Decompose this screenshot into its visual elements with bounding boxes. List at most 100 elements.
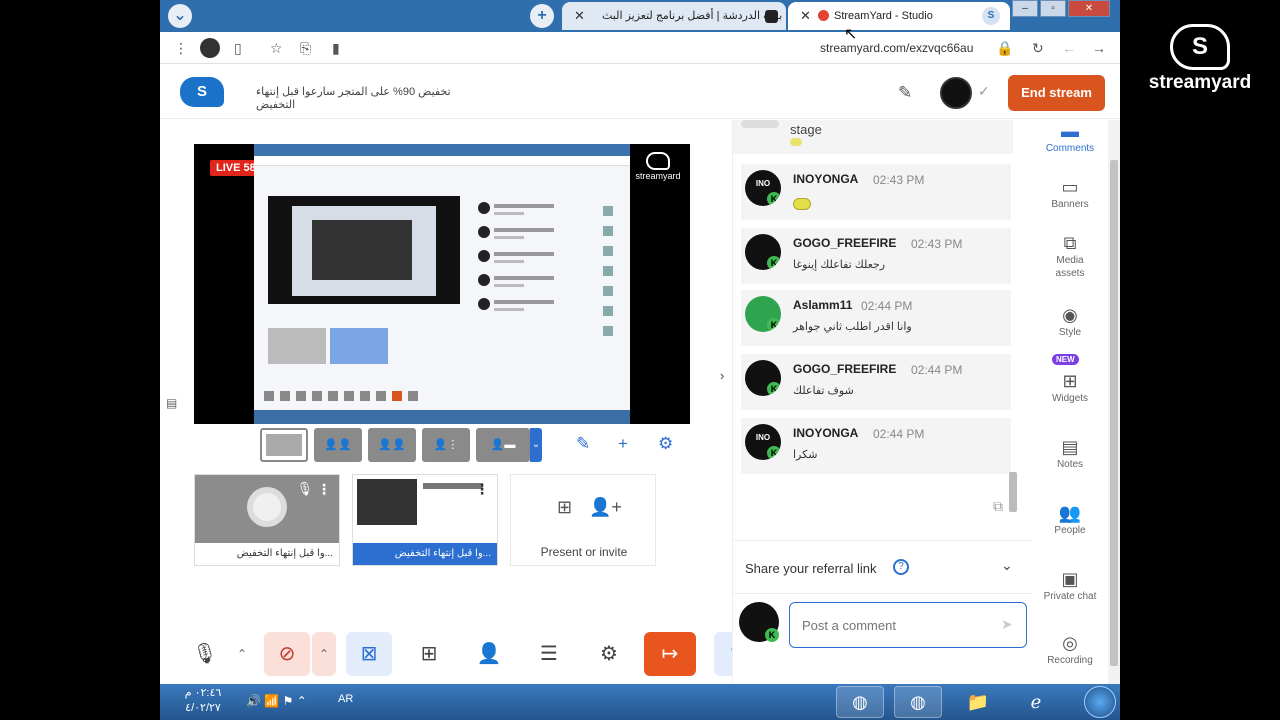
minimize-button[interactable]: – — [1012, 0, 1038, 17]
url-text[interactable]: streamyard.com/exzvqc66au — [820, 41, 973, 55]
reload-icon[interactable]: ↻ — [1032, 40, 1044, 57]
file-explorer-icon[interactable]: 📁 — [954, 686, 1002, 718]
forward-icon[interactable]: → — [1092, 40, 1106, 56]
broadcast-title[interactable]: تخفيض 90% على المتجر سارعوا قبل إنتهاء ا… — [256, 85, 486, 111]
rail-comments[interactable]: ▬ Comments — [1032, 120, 1108, 155]
partial-message: stage — [733, 120, 1013, 154]
taskbar-clock[interactable]: ٠٢:٤٦ م ٤/٠٢/٢٧ — [178, 686, 228, 716]
layout-leader[interactable]: 👤👤 — [368, 428, 416, 462]
layout-screen-grid[interactable]: 👤⋮ — [422, 428, 470, 462]
mic-icon[interactable]: 🎙 — [296, 481, 313, 497]
send-icon[interactable]: ➤ — [1001, 616, 1013, 633]
language-indicator[interactable]: AR — [338, 693, 353, 705]
screen-share-tile[interactable]: ⋮ ...وا قبل إنتهاء التخفيض — [352, 474, 498, 566]
cast-icon[interactable]: ▮ — [332, 40, 340, 57]
start-button-icon[interactable] — [1084, 686, 1116, 718]
chrome-profile-icon[interactable]: ◍ — [894, 686, 942, 718]
camera-off-button[interactable]: ⊘ — [264, 632, 310, 676]
chrome-icon[interactable]: ◍ — [836, 686, 884, 718]
bookmark-star-icon[interactable]: ☆ — [270, 40, 283, 57]
tile-menu-kebab-icon[interactable]: ⋮ — [475, 481, 489, 498]
internet-explorer-icon[interactable]: ℯ — [1012, 686, 1060, 718]
rail-widgets[interactable]: ⊞ Widgets — [1032, 370, 1108, 405]
rail-style[interactable]: ◉ Style — [1032, 304, 1108, 339]
layout-solo[interactable] — [260, 428, 308, 462]
chat-scrollbar[interactable] — [1009, 160, 1017, 512]
page-scrollbar[interactable] — [1108, 120, 1120, 684]
chat-message[interactable]: K Aslamm11 02:44 PM وانا اقدر اطلب ثاني … — [741, 290, 1011, 346]
close-tab-icon[interactable]: ✕ — [800, 2, 811, 30]
present-or-invite-tile[interactable]: ⊞ 👤+ Present or invite — [510, 474, 656, 566]
rail-private-chat[interactable]: ▣ Private chat — [1032, 568, 1108, 603]
close-tab-icon[interactable]: ✕ — [574, 2, 585, 30]
chat-message[interactable]: K GOGO_FREEFIRE 02:43 PM رجعلك تفاعلك إي… — [741, 228, 1011, 284]
edit-pencil-icon[interactable]: ✎ — [898, 83, 912, 103]
extension-icon[interactable]: S — [982, 7, 1000, 25]
rail-label: Banners — [1051, 199, 1089, 210]
sidebar-icon[interactable]: ▯ — [234, 40, 242, 57]
studio-controls: 🎙 ⌃ ⊘ ⌃ ⊠ ⊞ 👤 ☰ ⚙ ↦ ? — [180, 624, 758, 682]
destination-avatar[interactable] — [940, 77, 972, 109]
menu-kebab-icon[interactable]: ⋮ — [174, 40, 188, 57]
chat-message[interactable]: INO K INOYONGA 02:44 PM شكرا — [741, 418, 1011, 474]
layout-group[interactable]: 👤👤 — [314, 428, 362, 462]
layout-panel-icon[interactable]: ▤ — [166, 396, 177, 410]
streamyard-watermark-label: streamyard — [635, 171, 681, 181]
expand-panel-chevron-icon[interactable]: › — [720, 368, 724, 383]
people-icon: 👥 — [1058, 503, 1082, 523]
chevron-up-icon[interactable]: ⌃ — [297, 694, 307, 708]
mic-options-chevron-icon[interactable]: ⌃ — [230, 632, 254, 676]
rail-media-assets[interactable]: ⧉ Media assets — [1032, 232, 1108, 280]
chat-author: Aslamm11 — [793, 298, 853, 312]
layout-sidebar[interactable]: 👤▬ — [476, 428, 530, 462]
clock-date: ٤/٠٢/٢٧ — [185, 702, 221, 714]
share-icon[interactable]: ⎘ — [300, 40, 311, 57]
rail-label: Notes — [1056, 459, 1084, 470]
chat-message[interactable]: K GOGO_FREEFIRE 02:44 PM شوف تفاعلك — [741, 354, 1011, 410]
comments-panel: stage INO K INOYONGA 02:43 PM K GOGO_FREE… — [732, 120, 1033, 684]
new-tab-button[interactable]: + — [530, 4, 554, 28]
present-or-invite-label: Present or invite — [540, 545, 628, 559]
profile-icon[interactable] — [200, 38, 220, 58]
network-icon[interactable]: ⚑ — [283, 694, 294, 708]
rail-recording[interactable]: ◎ Recording — [1032, 632, 1108, 667]
chevron-down-icon[interactable]: ⌄ — [1001, 557, 1013, 574]
edit-layout-pencil-icon[interactable]: ✎ — [576, 434, 590, 454]
comment-input[interactable] — [789, 602, 1027, 648]
maximize-button[interactable]: ▫ — [1040, 0, 1066, 17]
media-assets-icon: ⧉ — [1063, 233, 1077, 253]
notes-button[interactable]: ☰ — [526, 632, 572, 676]
tab-search-icon[interactable]: ⌄ — [168, 4, 192, 28]
settings-gear-icon[interactable]: ⚙ — [586, 632, 632, 676]
rail-notes[interactable]: ▤ Notes — [1032, 436, 1108, 471]
leave-studio-button[interactable]: ↦ — [644, 632, 696, 676]
close-window-button[interactable]: ✕ — [1068, 0, 1110, 17]
tab-streamyard-studio[interactable]: ✕ StreamYard - Studio — [788, 2, 1010, 30]
layout-more-chevron-icon[interactable]: ⌄ — [530, 428, 542, 462]
rail-banners[interactable]: ▭ Banners — [1032, 176, 1108, 211]
volume-icon[interactable]: 🔊 — [246, 694, 261, 708]
emoji-icon — [793, 198, 811, 210]
signal-icon[interactable]: 📶 — [264, 694, 279, 708]
end-stream-button[interactable]: End stream — [1008, 75, 1105, 111]
layout-settings-gear-icon[interactable]: ⚙ — [658, 434, 673, 454]
mic-button[interactable]: 🎙 — [182, 632, 228, 676]
rail-people[interactable]: 👥 People — [1032, 502, 1108, 537]
lock-icon: 🔒 — [996, 40, 1014, 56]
chat-text: وانا اقدر اطلب ثاني جواهر — [793, 321, 912, 333]
chat-message[interactable]: INO K INOYONGA 02:43 PM — [741, 164, 1011, 220]
stop-share-button[interactable]: ⊠ — [346, 632, 392, 676]
popout-icon[interactable]: ⧉ — [993, 498, 1003, 515]
streamyard-logo-icon[interactable]: S — [180, 77, 224, 107]
present-button[interactable]: ⊞ — [406, 632, 452, 676]
camera-options-chevron-icon[interactable]: ⌃ — [312, 632, 336, 676]
help-icon[interactable]: ? — [893, 559, 909, 575]
tab-chatbot[interactable]: ✕ بوت الدردشة | أفضل برنامج لتعزيز البث — [562, 2, 786, 30]
rail-label: Media assets — [1055, 255, 1085, 279]
tile-menu-kebab-icon[interactable]: ⋮ — [317, 481, 331, 498]
back-icon[interactable]: ← — [1062, 40, 1076, 56]
add-layout-plus-icon[interactable]: + — [618, 434, 628, 454]
referral-section[interactable]: Share your referral link ? ⌄ — [733, 540, 1033, 594]
camera-tile[interactable]: 🎙 ⋮ ...وا قبل إنتهاء التخفيض — [194, 474, 340, 566]
invite-button[interactable]: 👤 — [466, 632, 512, 676]
